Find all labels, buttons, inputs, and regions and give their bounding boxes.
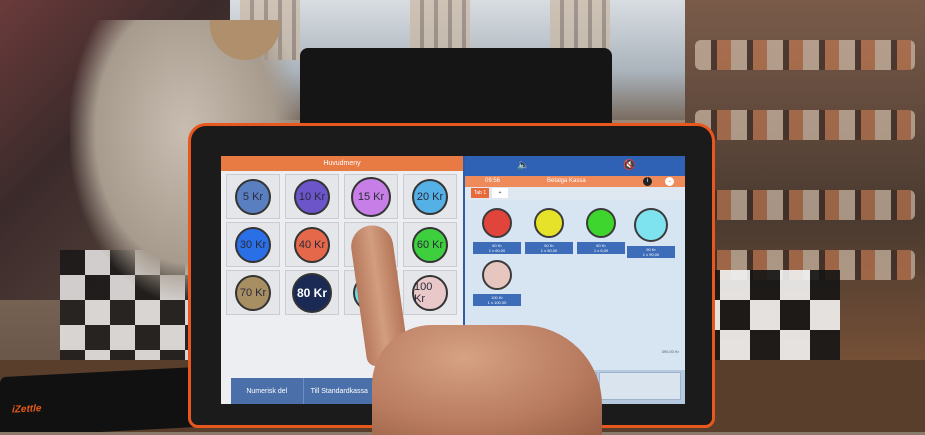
- cart-total: 390,00 Kr: [661, 349, 679, 354]
- coin-tile[interactable]: 70 Kr: [226, 270, 280, 315]
- clock: 09:56: [485, 178, 501, 184]
- menu-title: Huvudmeny: [221, 156, 463, 171]
- coin-tile[interactable]: 20 Kr: [403, 174, 457, 219]
- cart-toolbar: 🔈 🔇: [465, 156, 685, 176]
- coin-button[interactable]: 30 Kr: [235, 226, 271, 263]
- cart-title: Betalga Kassa: [547, 178, 586, 184]
- cart-tabs: Tab 1 +: [465, 187, 685, 200]
- payment-button[interactable]: [599, 372, 681, 400]
- tab-1[interactable]: Tab 1: [471, 188, 489, 198]
- info-icon[interactable]: i: [643, 177, 652, 186]
- cart-header: 09:56 Betalga Kassa i ⌄: [465, 176, 685, 187]
- item-label: 90 Kr 1 x 90,00: [627, 246, 675, 258]
- pointing-hand: [348, 222, 602, 435]
- chevron-down-icon[interactable]: ⌄: [665, 177, 674, 186]
- coin-button[interactable]: 40 Kr: [294, 226, 330, 263]
- shoe-row: [695, 110, 915, 140]
- coin-button[interactable]: 20 Kr: [412, 178, 448, 215]
- item-swatch: [634, 208, 668, 242]
- palm: [372, 325, 602, 435]
- coin-tile[interactable]: 10 Kr: [285, 174, 339, 219]
- card-reader: iZettle: [0, 366, 200, 432]
- card-reader-logo: iZettle: [12, 403, 42, 416]
- speaker-icon[interactable]: 🔈: [517, 160, 529, 171]
- coin-button[interactable]: 70 Kr: [235, 274, 271, 311]
- coin-tile[interactable]: 40 Kr: [285, 222, 339, 267]
- coin-tile[interactable]: 15 Kr: [344, 174, 398, 219]
- shoe-row: [695, 190, 915, 220]
- coin-button[interactable]: 15 Kr: [351, 176, 391, 217]
- coin-button[interactable]: 10 Kr: [294, 178, 330, 215]
- coin-tile[interactable]: 5 Kr: [226, 174, 280, 219]
- add-tab-button[interactable]: +: [492, 188, 508, 198]
- cart-item[interactable]: 90 Kr 1 x 90,00: [627, 208, 675, 258]
- coin-button[interactable]: 5 Kr: [235, 178, 271, 215]
- coin-tile[interactable]: 30 Kr: [226, 222, 280, 267]
- coin-button[interactable]: 80 Kr: [292, 272, 332, 313]
- shopper-head: [210, 20, 280, 60]
- rear-monitor: [300, 48, 612, 134]
- mute-icon[interactable]: 🔇: [623, 160, 635, 171]
- numeric-part-button[interactable]: Numerisk del: [231, 378, 304, 404]
- shoe-row: [695, 40, 915, 70]
- coin-tile[interactable]: 80 Kr: [285, 270, 339, 315]
